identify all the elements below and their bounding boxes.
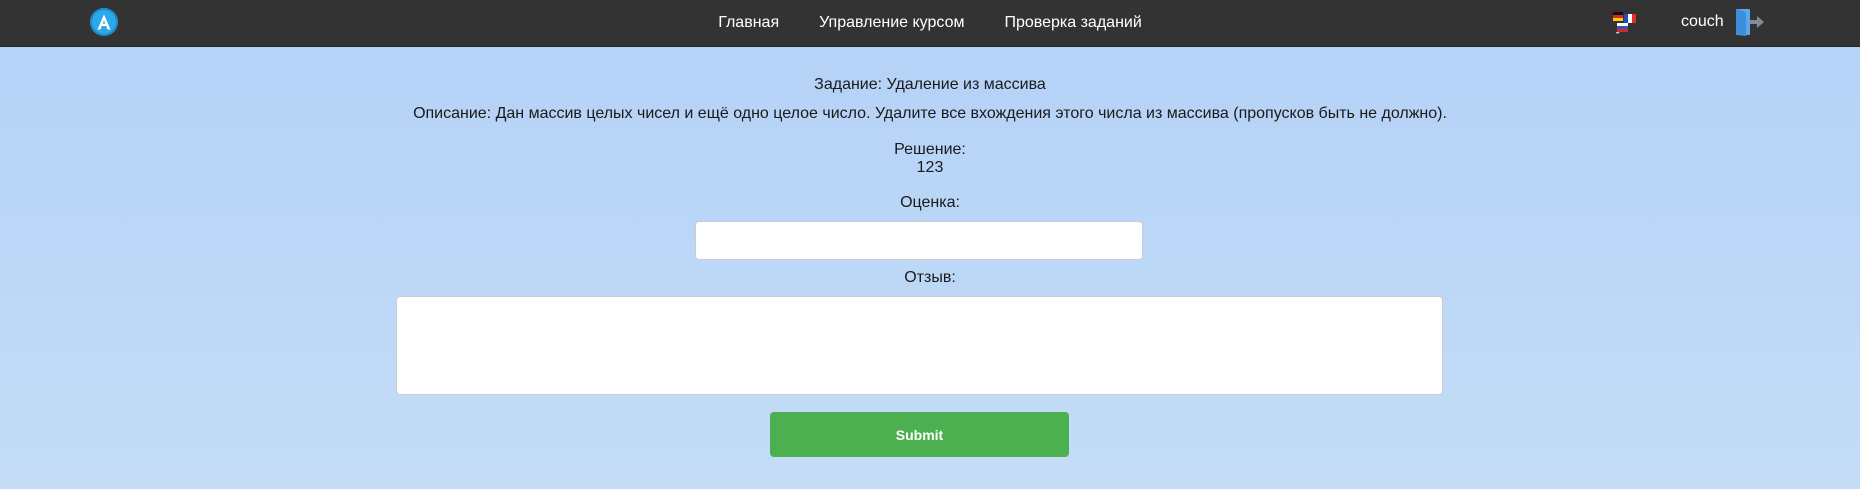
submit-button[interactable]: Submit bbox=[770, 412, 1069, 457]
nav-link-home[interactable]: Главная bbox=[718, 14, 779, 32]
language-flags-icon[interactable] bbox=[1612, 10, 1640, 34]
review-textarea[interactable] bbox=[396, 296, 1443, 395]
solution-value: 123 bbox=[916, 159, 944, 176]
top-navbar: Главная Управление курсом Проверка задан… bbox=[0, 0, 1860, 47]
task-title: Задание: Удаление из массива bbox=[814, 76, 1046, 93]
nav-link-task-review[interactable]: Проверка заданий bbox=[1004, 14, 1141, 32]
main-nav: Главная Управление курсом Проверка задан… bbox=[0, 0, 1860, 46]
grade-input[interactable] bbox=[695, 221, 1143, 260]
grade-label: Оценка: bbox=[900, 194, 960, 211]
app-logo-icon[interactable] bbox=[90, 8, 118, 36]
nav-link-course-management[interactable]: Управление курсом bbox=[819, 14, 964, 32]
logo-letter-a-icon bbox=[97, 14, 111, 30]
username-label[interactable]: couch bbox=[1681, 13, 1724, 31]
review-label: Отзыв: bbox=[904, 269, 956, 286]
solution-label: Решение: bbox=[894, 141, 966, 158]
logout-door-icon[interactable] bbox=[1734, 7, 1766, 37]
task-description: Описание: Дан массив целых чисел и ещё о… bbox=[413, 105, 1447, 122]
